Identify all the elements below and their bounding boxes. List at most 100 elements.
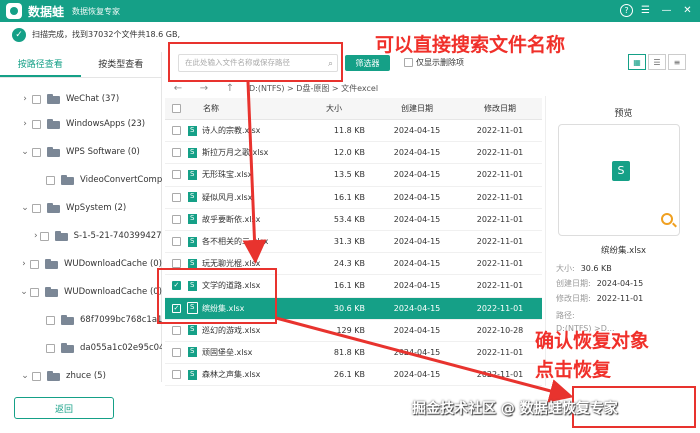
checkbox[interactable] — [32, 147, 41, 157]
filter-button[interactable]: 筛选器 — [345, 55, 390, 71]
col-modified[interactable]: 修改日期 — [461, 103, 539, 114]
breadcrumb[interactable]: D:(NTFS) > D盘-原图 > 文件excel — [249, 83, 378, 94]
checkbox[interactable] — [29, 259, 39, 269]
sidebar-item-wpsystem[interactable]: ⌄ WpSystem (2) — [0, 199, 162, 217]
tab-by-type[interactable]: 按类型查看 — [81, 52, 162, 77]
detail-view-icon[interactable]: ≡ — [668, 54, 686, 70]
close-icon[interactable]: ✕ — [679, 2, 696, 19]
table-row[interactable]: 诗人的宗教.xlsx 11.8 KB 2024-04-15 2022-11-01 — [165, 120, 542, 143]
sidebar-item-zhuce[interactable]: ⌄ zhuce (5) — [0, 367, 162, 385]
file-name: 斯拉万月之歌.xlsx — [202, 148, 269, 158]
back-arrow-icon[interactable]: ← — [165, 83, 191, 94]
col-created[interactable]: 创建日期 — [373, 103, 461, 114]
row-checkbox[interactable] — [171, 170, 181, 180]
checkbox[interactable] — [32, 119, 41, 129]
xlsx-file-icon — [187, 235, 198, 248]
checkbox[interactable] — [32, 371, 41, 381]
file-table: 名称 大小 创建日期 修改日期 诗人的宗教.xlsx 11.8 KB 2024-… — [165, 98, 542, 387]
file-name: 诗人的宗教.xlsx — [202, 126, 261, 136]
sidebar-item-wechat[interactable]: › WeChat (37) — [0, 90, 162, 108]
sidebar-item-label: WpSystem (2) — [66, 203, 127, 213]
chevron-right-icon[interactable]: › — [34, 231, 38, 241]
sidebar-item-wudownloadcache-2[interactable]: ⌄ WUDownloadCache (0) — [0, 283, 162, 301]
sidebar-item-sid[interactable]: › S-1-5-21-740399427-3 — [0, 227, 162, 245]
file-size: 11.8 KB — [333, 126, 365, 136]
sidebar-item-videoconvert[interactable]: VideoConvertCompress — [0, 171, 162, 189]
only-deleted-toggle[interactable]: 仅显示删除项 — [404, 57, 464, 68]
col-size[interactable]: 大小 — [303, 103, 373, 114]
checkbox[interactable] — [46, 315, 55, 325]
select-all-checkbox[interactable] — [171, 104, 181, 113]
row-checkbox[interactable] — [171, 325, 181, 335]
col-name[interactable]: 名称 — [183, 103, 303, 114]
checkbox[interactable] — [39, 231, 49, 241]
file-size: 129 KB — [336, 325, 365, 335]
xlsx-file-icon — [187, 146, 198, 159]
check-icon: ✓ — [12, 27, 26, 42]
chevron-down-icon[interactable]: ⌄ — [20, 203, 30, 213]
chevron-right-icon[interactable]: › — [20, 94, 30, 104]
file-size: 53.4 KB — [333, 214, 365, 224]
xlsx-file-icon — [187, 191, 198, 204]
up-arrow-icon[interactable]: ↑ — [217, 83, 243, 94]
chevron-down-icon[interactable]: ⌄ — [20, 147, 30, 157]
sidebar-item-wps-software[interactable]: ⌄ WPS Software (0) — [0, 143, 162, 161]
tab-by-path[interactable]: 按路径查看 — [0, 52, 81, 77]
row-checkbox[interactable] — [171, 259, 181, 269]
file-modified: 2022-11-01 — [476, 126, 524, 136]
file-created: 2024-04-15 — [393, 370, 441, 380]
table-row[interactable]: 顽固堡垒.xlsx 81.8 KB 2024-04-15 2022-11-01 — [165, 342, 542, 365]
created-label: 创建日期: — [556, 279, 591, 288]
grid-view-icon[interactable]: ▦ — [628, 54, 646, 70]
file-modified: 2022-10-28 — [476, 325, 524, 335]
preview-title: 预览 — [614, 109, 633, 119]
chevron-down-icon[interactable]: ⌄ — [20, 287, 28, 297]
forward-arrow-icon[interactable]: → — [191, 83, 217, 94]
file-size: 81.8 KB — [333, 347, 365, 357]
zoom-icon[interactable] — [661, 213, 673, 225]
row-checkbox[interactable] — [171, 347, 181, 357]
table-row[interactable]: 无形珠宝.xlsx 13.5 KB 2024-04-15 2022-11-01 — [165, 164, 542, 187]
table-row[interactable]: 森林之声集.xlsx 26.1 KB 2024-04-15 2022-11-01 — [165, 364, 542, 387]
row-checkbox[interactable] — [171, 192, 181, 202]
help-icon[interactable]: ? — [620, 4, 633, 17]
row-checkbox[interactable] — [171, 126, 181, 136]
checkbox[interactable] — [29, 287, 39, 297]
checkbox[interactable] — [404, 58, 413, 67]
table-row[interactable]: 斯拉万月之歌.xlsx 12.0 KB 2024-04-15 2022-11-0… — [165, 142, 542, 165]
file-size: 30.6 KB — [333, 303, 365, 313]
file-name: 故乎要断依.xlsx — [202, 214, 261, 224]
chevron-right-icon[interactable]: › — [20, 119, 30, 129]
file-created: 2024-04-15 — [393, 303, 441, 313]
sidebar-item-cache-folder-1[interactable]: 68f7099bc768c1a1de — [0, 311, 162, 329]
only-deleted-label: 仅显示删除项 — [416, 58, 464, 67]
row-checkbox[interactable] — [171, 237, 181, 247]
row-checkbox[interactable] — [171, 148, 181, 158]
sidebar-item-cache-folder-2[interactable]: da055a1c02e95c041ac — [0, 339, 162, 357]
sidebar-item-label: 68f7099bc768c1a1de — [80, 315, 162, 325]
minimize-icon[interactable]: — — [658, 2, 675, 19]
folder-icon — [44, 259, 58, 269]
file-created: 2024-04-15 — [393, 237, 441, 247]
table-row[interactable]: 故乎要断依.xlsx 53.4 KB 2024-04-15 2022-11-01 — [165, 209, 542, 231]
row-checkbox[interactable] — [171, 370, 181, 380]
sidebar-item-windowsapps[interactable]: › WindowsApps (23) — [0, 115, 162, 133]
file-created: 2024-04-15 — [393, 126, 441, 136]
chevron-right-icon[interactable]: › — [20, 259, 28, 269]
sidebar-item-wudownloadcache-1[interactable]: › WUDownloadCache (0) — [0, 255, 162, 273]
chevron-down-icon[interactable]: ⌄ — [20, 371, 30, 381]
back-button[interactable]: 返回 — [14, 397, 114, 419]
search-highlight-box — [168, 42, 343, 82]
menu-icon[interactable]: ☰ — [637, 2, 654, 19]
folder-icon — [61, 175, 74, 185]
checkbox[interactable] — [32, 203, 41, 213]
table-row[interactable]: 疑似风月.xlsx 16.1 KB 2024-04-15 2022-11-01 — [165, 187, 542, 209]
checkbox[interactable] — [32, 94, 41, 104]
list-view-icon[interactable]: ☰ — [648, 54, 666, 70]
row-checkbox[interactable] — [171, 214, 181, 224]
file-created: 2024-04-15 — [393, 325, 441, 335]
checkbox[interactable] — [46, 175, 55, 185]
table-row[interactable]: 各不相关的二.xlsx 31.3 KB 2024-04-15 2022-11-0… — [165, 231, 542, 254]
checkbox[interactable] — [46, 343, 55, 353]
modified-value: 2022-11-01 — [596, 294, 644, 303]
